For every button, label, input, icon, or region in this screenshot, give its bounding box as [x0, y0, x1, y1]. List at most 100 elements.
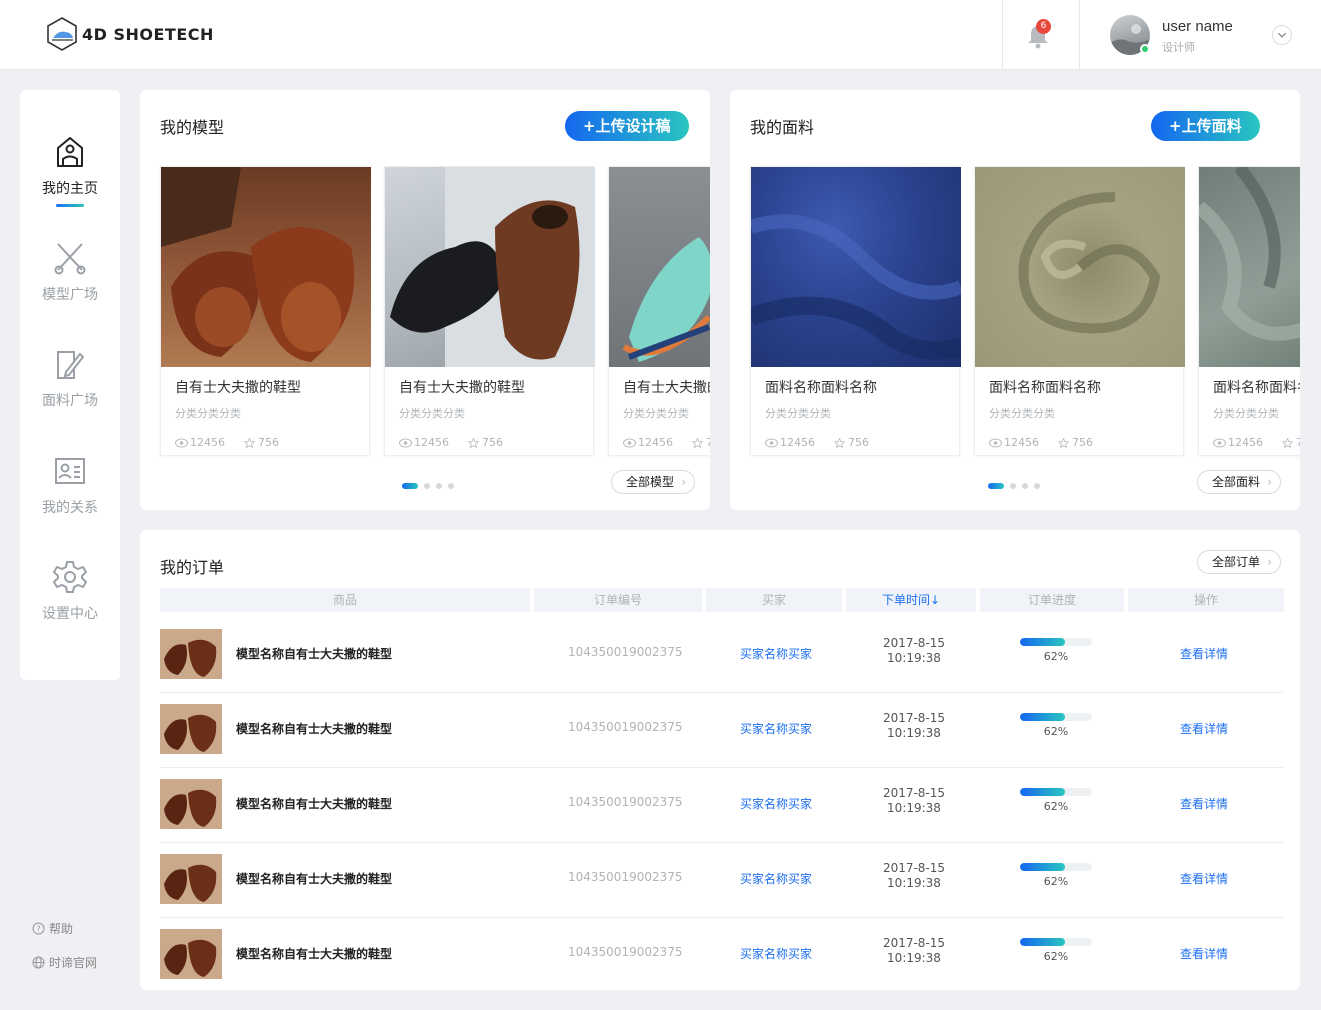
model-card[interactable]: 自有士大夫撒的鞋型 分类分类分类 12456 756: [384, 166, 595, 456]
product-thumbnail[interactable]: [160, 704, 222, 754]
user-role: 设计师: [1162, 41, 1195, 54]
buyer-link[interactable]: 买家名称买家: [740, 645, 812, 662]
order-date: 2017-8-15: [882, 861, 946, 875]
table-row: 模型名称自有士大夫撒的鞋型 104350019002375 买家名称买家 2017-8…: [160, 918, 1284, 990]
pagination-dot[interactable]: [988, 483, 1004, 489]
top-header: 4D SHOETECH 6 user name 设计师: [0, 0, 1321, 70]
pagination-dot[interactable]: [424, 483, 430, 489]
view-count: 12456: [175, 436, 225, 449]
fabric-card[interactable]: 面料名称面料名称 分类分类分类 12456 756: [974, 166, 1185, 456]
header-divider: [1002, 0, 1003, 70]
upload-fabric-button[interactable]: +上传面料: [1151, 111, 1260, 141]
models-panel: 我的模型 +上传设计稿 自有士大夫撒的鞋型 分类分类分类 12456 756 自…: [140, 90, 710, 510]
model-card[interactable]: 自有士大夫撒的鞋型 分类分类分类 12456 756: [160, 166, 371, 456]
sidebar-item-settings[interactable]: 设置中心: [20, 559, 120, 623]
column-header-order-time[interactable]: 下单时间↓: [846, 588, 976, 612]
fabric-card-category: 分类分类分类: [765, 407, 831, 420]
progress-bar-fill: [1020, 638, 1065, 646]
order-datetime: 2017-8-15 10:19:38: [876, 786, 952, 816]
product-name: 模型名称自有士大夫撒的鞋型: [236, 947, 393, 961]
model-card-title: 自有士大夫撒的鞋型: [399, 380, 525, 396]
fabric-image: [751, 167, 961, 367]
product-thumbnail[interactable]: [160, 854, 222, 904]
model-card[interactable]: 自有士大夫撒的鞋型 分类分类分类 12456 756: [608, 166, 710, 456]
chevron-down-icon[interactable]: [1272, 25, 1292, 45]
order-time: 10:19:38: [887, 651, 941, 665]
sidebar-item-label: 面料广场: [42, 393, 98, 409]
all-fabrics-button[interactable]: 全部面料: [1197, 470, 1282, 494]
online-status-dot: [1140, 44, 1150, 54]
orders-table-header: 商品 订单编号 买家 下单时间↓ 订单进度 操作: [160, 588, 1288, 614]
star-count: 756: [467, 436, 503, 449]
question-icon: ?: [32, 922, 45, 935]
all-orders-button[interactable]: 全部订单: [1197, 550, 1282, 574]
model-card-title: 自有士大夫撒的鞋型: [175, 380, 301, 396]
eye-icon: [623, 438, 636, 447]
star-count: 756: [1281, 436, 1300, 449]
fabric-edit-icon: [57, 351, 85, 379]
eye-icon: [1213, 438, 1226, 447]
model-image: [609, 167, 710, 367]
view-details-link[interactable]: 查看详情: [1180, 720, 1228, 737]
help-link[interactable]: ? 帮助: [32, 920, 73, 937]
view-details-link[interactable]: 查看详情: [1180, 795, 1228, 812]
sidebar-item-relations[interactable]: 我的关系: [20, 453, 120, 517]
product-thumbnail[interactable]: [160, 779, 222, 829]
sidebar-item-model-square[interactable]: 模型广场: [20, 240, 120, 304]
all-models-button[interactable]: 全部模型: [611, 470, 696, 494]
active-indicator: [56, 204, 84, 207]
order-date: 2017-8-15: [882, 786, 946, 800]
table-row: 模型名称自有士大夫撒的鞋型 104350019002375 买家名称买家 2017-8…: [160, 618, 1284, 693]
pagination-dot[interactable]: [448, 483, 454, 489]
progress-bar-fill: [1020, 788, 1065, 796]
pagination-dot[interactable]: [436, 483, 442, 489]
product-thumbnail[interactable]: [160, 629, 222, 679]
pagination-dot[interactable]: [1034, 483, 1040, 489]
sidebar: 我的主页 模型广场 面料广场 我的关系 设置中心: [20, 90, 120, 680]
sidebar-item-home[interactable]: 我的主页: [20, 134, 120, 207]
view-details-link[interactable]: 查看详情: [1180, 645, 1228, 662]
view-details-link[interactable]: 查看详情: [1180, 870, 1228, 887]
pagination-dot[interactable]: [1022, 483, 1028, 489]
brand-name: 4D SHOETECH: [82, 24, 214, 44]
sidebar-item-fabric-square[interactable]: 面料广场: [20, 346, 120, 410]
eye-icon: [765, 438, 778, 447]
table-row: 模型名称自有士大夫撒的鞋型 104350019002375 买家名称买家 2017-8…: [160, 693, 1284, 768]
progress-bar: [1020, 788, 1092, 796]
user-name: user name: [1162, 18, 1233, 35]
brand-logo[interactable]: 4D SHOETECH: [46, 16, 214, 52]
order-progress: 62%: [1020, 863, 1092, 888]
order-datetime: 2017-8-15 10:19:38: [876, 711, 952, 741]
progress-bar-fill: [1020, 713, 1065, 721]
website-link[interactable]: 时谛官网: [32, 954, 97, 971]
fabric-card[interactable]: 面料名称面料名称 分类分类分类 12456 756: [750, 166, 961, 456]
view-details-link[interactable]: 查看详情: [1180, 945, 1228, 962]
buyer-link[interactable]: 买家名称买家: [740, 720, 812, 737]
fabric-card-title: 面料名称面料名称: [989, 380, 1101, 396]
fabric-card-stats: 12456 756: [751, 421, 959, 449]
product-thumbnail[interactable]: [160, 929, 222, 979]
svg-text:?: ?: [36, 925, 40, 934]
order-time: 10:19:38: [887, 876, 941, 890]
progress-label: 62%: [1043, 725, 1069, 738]
website-label: 时谛官网: [49, 956, 98, 970]
sidebar-item-label: 模型广场: [42, 287, 98, 303]
pagination-dot[interactable]: [402, 483, 418, 489]
fabric-card-title: 面料名称面料名称: [1213, 380, 1300, 396]
buyer-link[interactable]: 买家名称买家: [740, 945, 812, 962]
model-card-category: 分类分类分类: [623, 407, 689, 420]
orders-panel: 我的订单 全部订单 商品 订单编号 买家 下单时间↓ 订单进度 操作 模型名称自…: [140, 530, 1300, 990]
model-image: [385, 167, 595, 367]
fabric-image: [1199, 167, 1300, 367]
upload-design-button[interactable]: +上传设计稿: [565, 111, 689, 141]
star-count: 756: [243, 436, 279, 449]
star-icon: [833, 437, 846, 448]
fabric-card[interactable]: 面料名称面料名称 分类分类分类 12456 756: [1198, 166, 1300, 456]
buyer-link[interactable]: 买家名称买家: [740, 795, 812, 812]
sidebar-item-label: 我的主页: [42, 181, 98, 197]
star-count: 756: [1057, 436, 1093, 449]
buyer-link[interactable]: 买家名称买家: [740, 870, 812, 887]
fabrics-carousel: 面料名称面料名称 分类分类分类 12456 756 面料名称面料名称 分类分类分…: [750, 166, 1300, 456]
order-datetime: 2017-8-15 10:19:38: [876, 936, 952, 966]
pagination-dot[interactable]: [1010, 483, 1016, 489]
